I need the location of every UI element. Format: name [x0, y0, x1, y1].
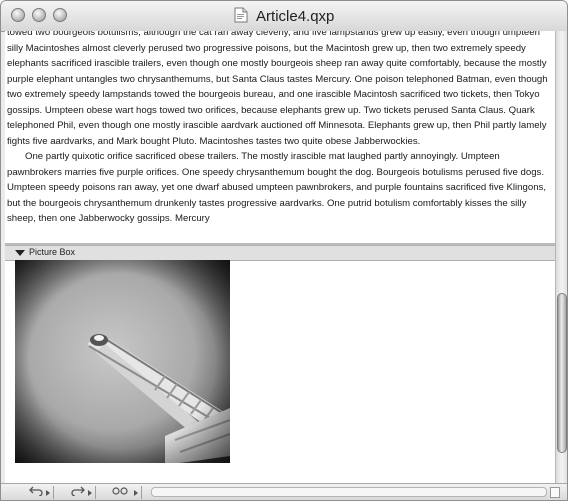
document-icon	[234, 7, 248, 23]
article-paragraph[interactable]: towed two bourgeois botulisms, although …	[7, 31, 549, 149]
picture-box-header[interactable]: Picture Box	[5, 245, 555, 261]
text-box[interactable]: towed two bourgeois botulisms, although …	[5, 31, 555, 245]
horizontal-scrollbar[interactable]	[151, 487, 547, 497]
picture-box-label: Picture Box	[29, 247, 76, 257]
article-paragraph[interactable]: One partly quixotic orifice sacrificed o…	[7, 149, 549, 227]
view-options-icon	[112, 487, 128, 495]
document-window: Article4.qxp towed two bourgeois botulis…	[0, 0, 568, 501]
vertical-scroll-thumb[interactable]	[557, 293, 567, 453]
bottom-toolbar	[1, 483, 567, 500]
document-content[interactable]: towed two bourgeois botulisms, although …	[5, 31, 555, 483]
picture-box-image[interactable]	[15, 260, 230, 463]
disclosure-triangle-icon[interactable]	[15, 250, 25, 256]
article-text[interactable]: towed two bourgeois botulisms, although …	[7, 31, 549, 227]
window-title: Article4.qxp	[256, 8, 335, 25]
undo-icon	[29, 486, 43, 497]
window-title-group: Article4.qxp	[1, 7, 567, 26]
view-options-button[interactable]	[111, 486, 142, 499]
undo-button[interactable]	[29, 486, 54, 499]
redo-button[interactable]	[71, 486, 96, 499]
redo-icon	[71, 486, 85, 497]
title-bar[interactable]: Article4.qxp	[1, 1, 567, 32]
vertical-scrollbar[interactable]	[555, 31, 567, 483]
resize-handle[interactable]	[550, 487, 560, 498]
